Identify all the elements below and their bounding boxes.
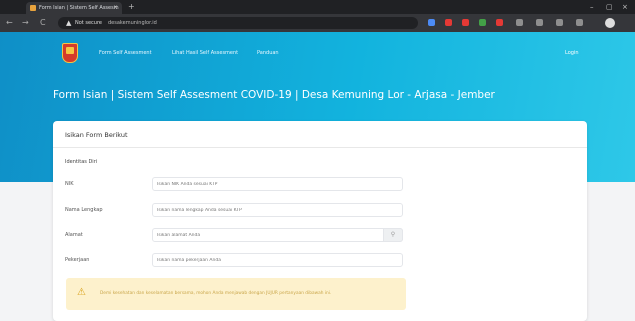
location-icon[interactable]: ⚲ bbox=[383, 228, 403, 242]
page-title: Form Isian | Sistem Self Assesment COVID… bbox=[53, 89, 495, 101]
extension-icon[interactable] bbox=[428, 19, 435, 26]
url-text[interactable]: desakemuninglor.id bbox=[108, 17, 157, 29]
address-bar[interactable]: ▲ Not secure desakemuninglor.id bbox=[58, 17, 418, 29]
extension-icon[interactable] bbox=[516, 19, 523, 26]
tab-close-icon[interactable]: × bbox=[113, 3, 118, 13]
browser-tab-bar: Form Isian | Sistem Self Assesm × + – ▢ … bbox=[0, 0, 635, 14]
section-label: Identitas Diri bbox=[65, 159, 98, 165]
logo[interactable] bbox=[62, 43, 78, 63]
warning-alert: ⚠ Demi kesehatan dan keselamatan bersama… bbox=[66, 278, 406, 310]
browser-tab[interactable]: Form Isian | Sistem Self Assesm × bbox=[26, 2, 122, 14]
warning-triangle-icon: ⚠ bbox=[77, 287, 86, 298]
reload-button[interactable]: C bbox=[40, 17, 46, 29]
extension-icon[interactable] bbox=[556, 19, 563, 26]
warning-icon: ▲ bbox=[66, 19, 72, 27]
new-tab-button[interactable]: + bbox=[128, 1, 135, 13]
alert-text: Demi kesehatan dan keselamatan bersama, … bbox=[100, 291, 332, 296]
nama-lengkap-input[interactable] bbox=[152, 203, 403, 217]
pekerjaan-input[interactable] bbox=[152, 253, 403, 267]
favicon-icon bbox=[30, 5, 36, 11]
back-button[interactable]: ← bbox=[6, 17, 13, 29]
extension-icon[interactable] bbox=[536, 19, 543, 26]
nama-lengkap-label: Nama Lengkap bbox=[65, 207, 103, 213]
pekerjaan-label: Pekerjaan bbox=[65, 257, 90, 263]
nik-input[interactable] bbox=[152, 177, 403, 191]
alamat-label: Alamat bbox=[65, 232, 83, 238]
nav-lihat-hasil[interactable]: Lihat Hasil Self Assesment bbox=[172, 49, 238, 57]
profile-avatar[interactable] bbox=[605, 18, 615, 28]
security-label: Not secure bbox=[75, 20, 102, 26]
extension-icon[interactable] bbox=[576, 19, 583, 26]
extension-icon[interactable] bbox=[496, 19, 503, 26]
nav-form-self-assesment[interactable]: Form Self Assesment bbox=[99, 49, 152, 57]
extension-icon[interactable] bbox=[479, 19, 486, 26]
browser-toolbar: ← → C ▲ Not secure desakemuninglor.id bbox=[0, 14, 635, 32]
tab-title: Form Isian | Sistem Self Assesm bbox=[39, 5, 119, 11]
minimize-button[interactable]: – bbox=[590, 1, 594, 13]
logo-shield-icon bbox=[66, 47, 74, 54]
maximize-button[interactable]: ▢ bbox=[606, 1, 613, 13]
divider bbox=[53, 147, 587, 148]
form-card: Isikan Form Berikut Identitas Diri NIK N… bbox=[53, 121, 587, 321]
forward-button[interactable]: → bbox=[22, 17, 29, 29]
extension-icon[interactable] bbox=[445, 19, 452, 26]
extension-icon[interactable] bbox=[462, 19, 469, 26]
card-title: Isikan Form Berikut bbox=[65, 131, 128, 139]
nav-panduan[interactable]: Panduan bbox=[257, 49, 279, 57]
alamat-input[interactable] bbox=[152, 228, 403, 242]
login-link[interactable]: Login bbox=[565, 49, 579, 57]
nik-label: NIK bbox=[65, 181, 74, 187]
close-window-button[interactable]: × bbox=[622, 1, 628, 13]
